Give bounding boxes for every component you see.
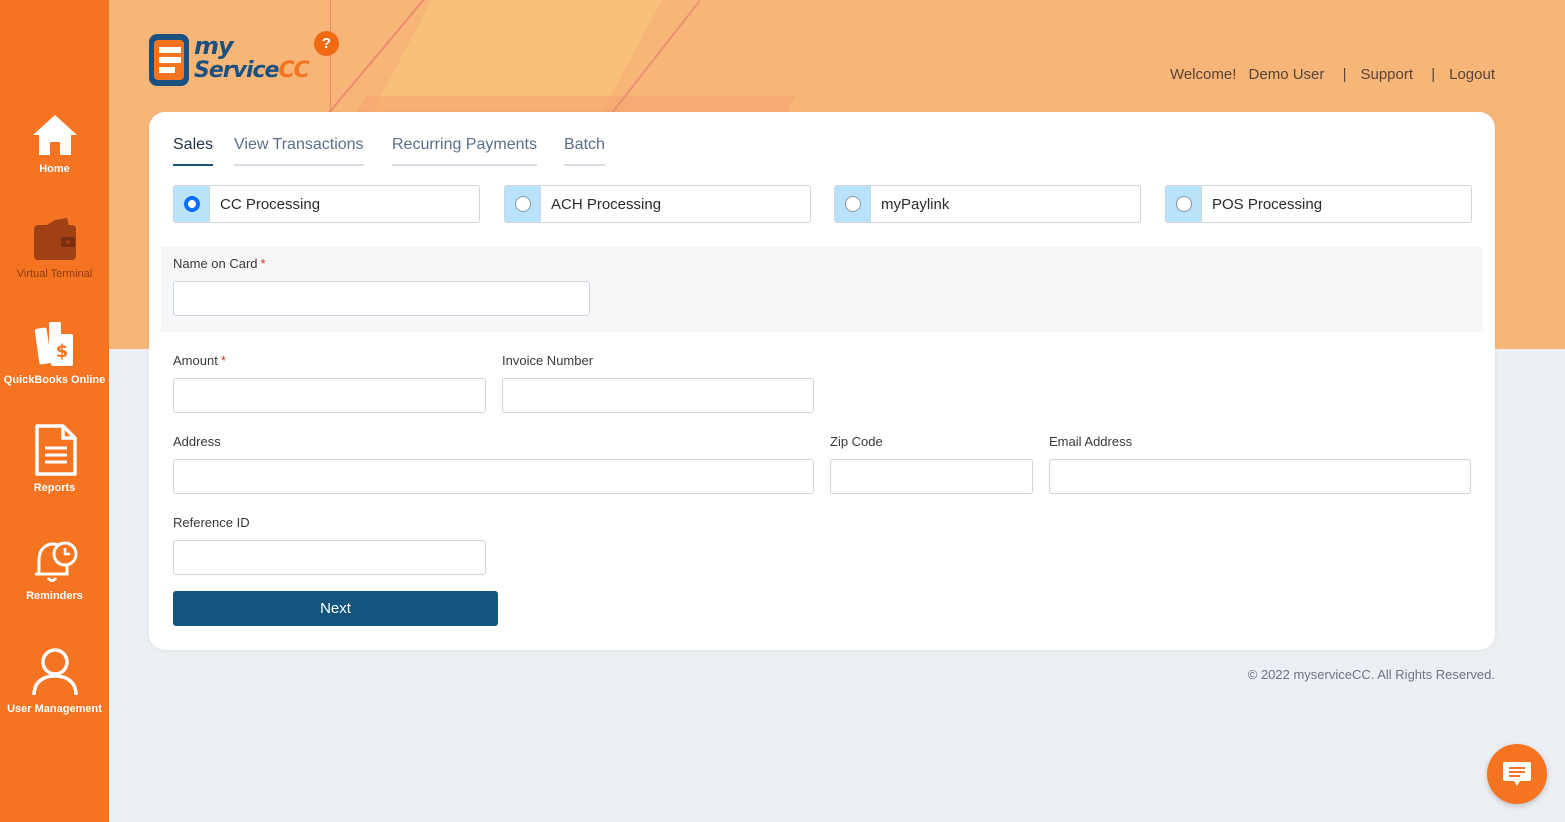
- logo-text-my: my: [194, 32, 234, 60]
- sidebar-item-reminders[interactable]: Reminders: [0, 538, 109, 602]
- sidebar-item-quickbooks[interactable]: $ QuickBooks Online: [0, 320, 109, 386]
- chat-button[interactable]: [1487, 744, 1547, 804]
- user-icon: [31, 648, 78, 696]
- option-label: POS Processing: [1212, 195, 1323, 213]
- ach-processing-option[interactable]: ACH Processing: [504, 185, 811, 223]
- name-on-card-label: Name on Card *: [173, 256, 266, 271]
- option-label: CC Processing: [220, 195, 321, 213]
- logout-link[interactable]: Logout: [1449, 66, 1495, 83]
- pos-processing-option[interactable]: POS Processing: [1165, 185, 1472, 223]
- sidebar-item-label: QuickBooks Online: [3, 374, 106, 386]
- sidebar-item-label: Reminders: [26, 590, 83, 602]
- option-label: ACH Processing: [551, 195, 662, 213]
- tab-view-transactions[interactable]: View Transactions: [234, 136, 364, 166]
- sidebar-item-label: Home: [39, 163, 70, 175]
- logo-text-service: ServiceCC: [194, 58, 310, 83]
- sidebar-item-home[interactable]: Home: [0, 113, 109, 175]
- logo-mark-icon: [149, 34, 189, 86]
- main-card: Sales View Transactions Recurring Paymen…: [149, 112, 1495, 650]
- email-address-input[interactable]: [1049, 459, 1471, 494]
- invoice-number-label: Invoice Number: [502, 353, 594, 368]
- amount-label: Amount *: [173, 353, 226, 368]
- amount-input[interactable]: [173, 378, 486, 413]
- welcome-text: Welcome!: [1169, 66, 1237, 83]
- document-icon: [34, 424, 77, 476]
- mypaylink-option[interactable]: myPaylink: [834, 185, 1141, 223]
- bell-clock-icon: [34, 541, 77, 582]
- nav-separator: |: [1431, 66, 1436, 83]
- wallet-icon: [33, 218, 76, 260]
- svg-text:$: $: [55, 341, 68, 362]
- radio-button[interactable]: [174, 186, 210, 222]
- nav-separator: |: [1342, 66, 1347, 83]
- sidebar-item-virtual-terminal[interactable]: Virtual Terminal: [0, 216, 109, 280]
- invoice-number-input[interactable]: [502, 378, 814, 413]
- radio-button[interactable]: [1166, 186, 1202, 222]
- zip-code-input[interactable]: [830, 459, 1033, 494]
- chat-icon: [1503, 762, 1531, 786]
- email-address-label: Email Address: [1049, 434, 1133, 449]
- address-input[interactable]: [173, 459, 814, 494]
- cc-processing-option[interactable]: CC Processing: [173, 185, 480, 223]
- sidebar-item-label: Reports: [33, 482, 76, 494]
- zip-code-label: Zip Code: [830, 434, 883, 449]
- sidebar-item-label: Virtual Terminal: [16, 268, 93, 280]
- name-on-card-input[interactable]: [173, 281, 590, 316]
- sidebar-item-label: User Management: [7, 703, 102, 715]
- footer-copyright: © 2022 myserviceCC. All Rights Reserved.: [1247, 667, 1495, 682]
- radio-button[interactable]: [835, 186, 871, 222]
- radio-button[interactable]: [505, 186, 541, 222]
- tab-sales[interactable]: Sales: [173, 136, 214, 166]
- support-link[interactable]: Support: [1360, 66, 1413, 83]
- sidebar-item-reports[interactable]: Reports: [0, 424, 109, 494]
- sidebar-item-user-management[interactable]: User Management: [0, 647, 109, 715]
- reference-id-input[interactable]: [173, 540, 486, 575]
- next-button[interactable]: Next: [173, 591, 498, 626]
- help-icon[interactable]: ?: [314, 31, 339, 56]
- home-icon: [32, 115, 77, 155]
- top-navigation: Welcome! Demo User | Support | Logout: [1162, 66, 1495, 83]
- books-dollar-icon: $: [34, 322, 73, 366]
- tab-batch[interactable]: Batch: [564, 136, 605, 166]
- sidebar: Home Virtual Terminal $ QuickBooks Onlin…: [0, 0, 109, 822]
- brand-logo[interactable]: my ServiceCC: [148, 30, 310, 90]
- user-name[interactable]: Demo User: [1249, 66, 1325, 83]
- reference-id-label: Reference ID: [173, 515, 250, 530]
- option-label: myPaylink: [881, 195, 950, 213]
- tab-recurring-payments[interactable]: Recurring Payments: [392, 136, 537, 166]
- address-label: Address: [173, 434, 221, 449]
